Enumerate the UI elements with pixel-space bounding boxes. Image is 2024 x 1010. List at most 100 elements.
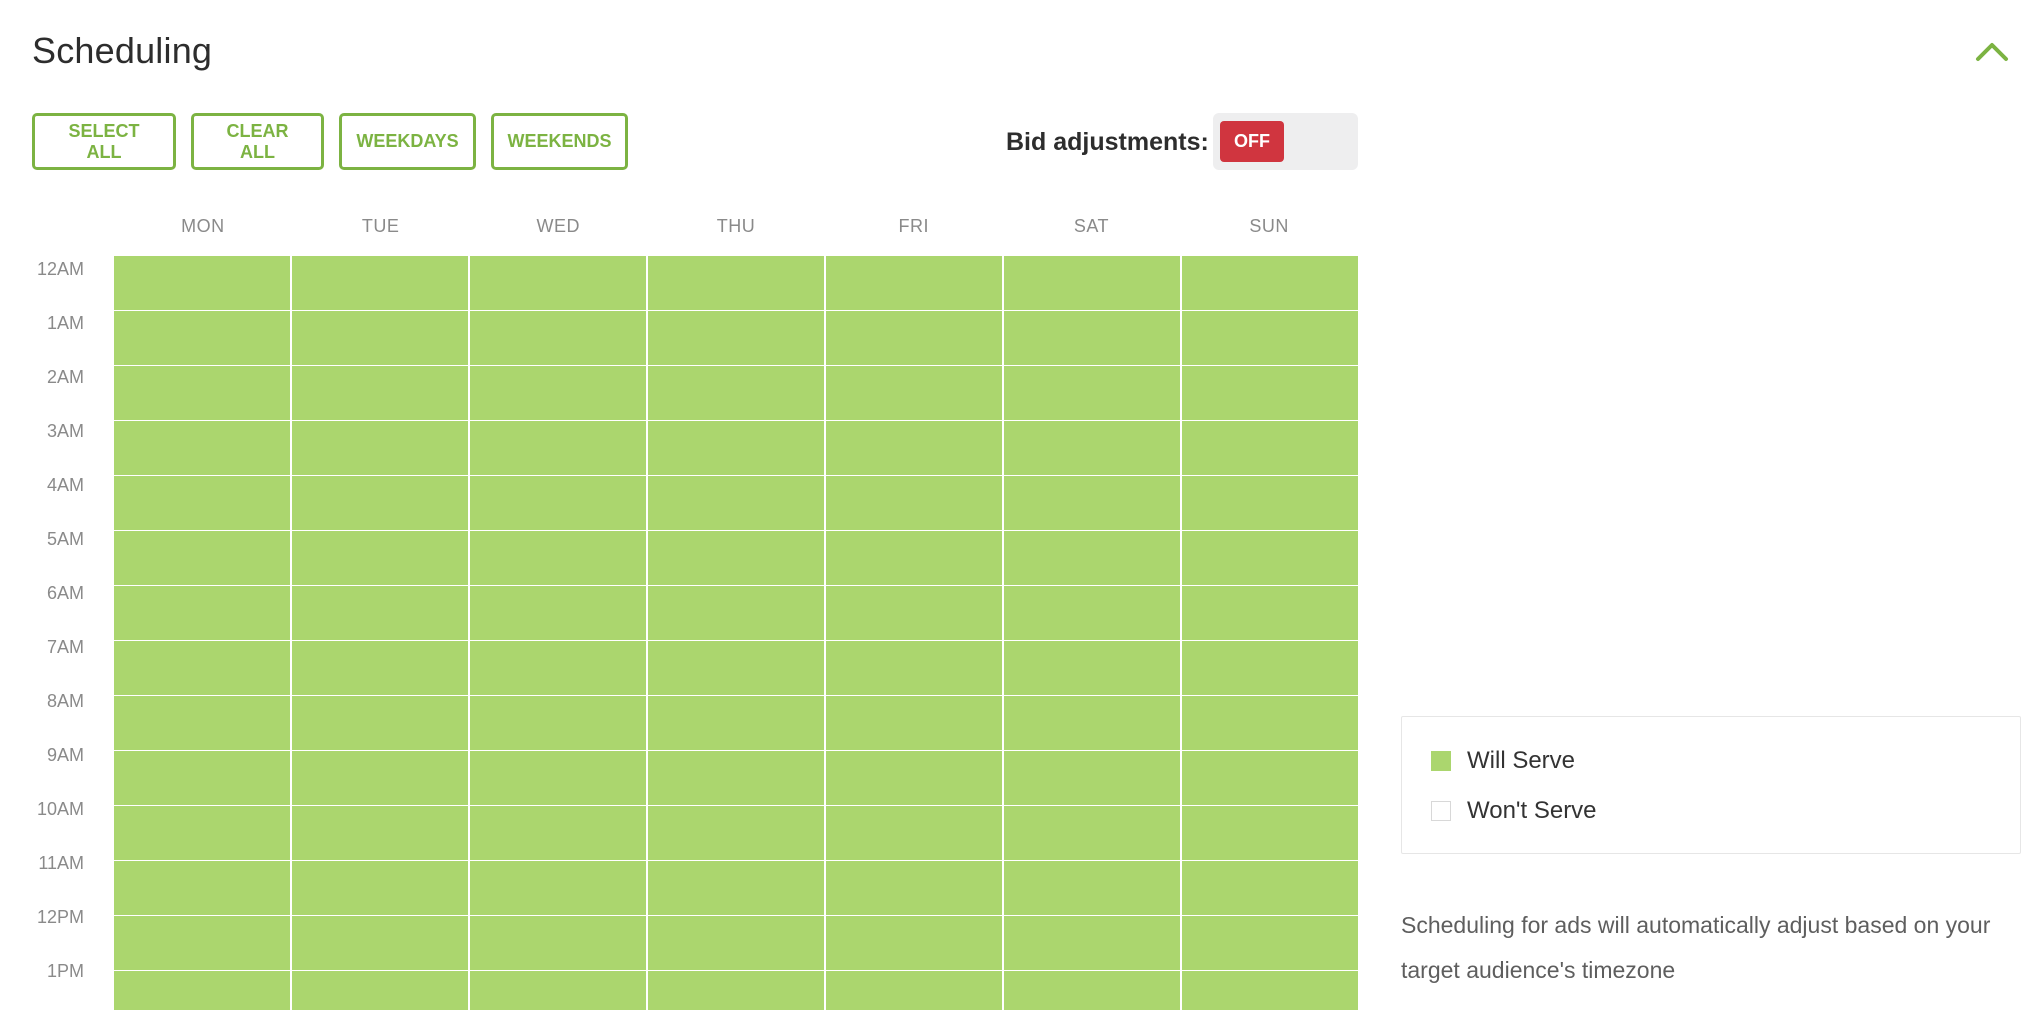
schedule-cell-tue-6am[interactable] xyxy=(292,586,468,640)
schedule-cell-wed-4am[interactable] xyxy=(470,476,646,530)
schedule-cell-sun-7am[interactable] xyxy=(1182,641,1358,695)
schedule-cell-wed-10am[interactable] xyxy=(470,806,646,860)
schedule-cell-sat-11am[interactable] xyxy=(1004,861,1180,915)
schedule-cell-tue-1pm[interactable] xyxy=(292,971,468,1010)
schedule-cell-sun-8am[interactable] xyxy=(1182,696,1358,750)
schedule-cell-fri-5am[interactable] xyxy=(826,531,1002,585)
schedule-cell-wed-11am[interactable] xyxy=(470,861,646,915)
schedule-cell-sun-6am[interactable] xyxy=(1182,586,1358,640)
schedule-cell-wed-9am[interactable] xyxy=(470,751,646,805)
schedule-cell-tue-9am[interactable] xyxy=(292,751,468,805)
schedule-cell-thu-1pm[interactable] xyxy=(648,971,824,1010)
schedule-cell-thu-2am[interactable] xyxy=(648,366,824,420)
schedule-cell-sat-12am[interactable] xyxy=(1004,256,1180,310)
schedule-cell-sun-4am[interactable] xyxy=(1182,476,1358,530)
schedule-cell-tue-3am[interactable] xyxy=(292,421,468,475)
schedule-cell-thu-12am[interactable] xyxy=(648,256,824,310)
clear-all-button[interactable]: CLEAR ALL xyxy=(191,113,324,170)
schedule-cell-mon-8am[interactable] xyxy=(114,696,290,750)
schedule-cell-wed-7am[interactable] xyxy=(470,641,646,695)
schedule-cell-wed-12pm[interactable] xyxy=(470,916,646,970)
schedule-cell-sat-2am[interactable] xyxy=(1004,366,1180,420)
schedule-cell-mon-4am[interactable] xyxy=(114,476,290,530)
schedule-cell-sun-5am[interactable] xyxy=(1182,531,1358,585)
schedule-cell-mon-12am[interactable] xyxy=(114,256,290,310)
schedule-cell-wed-2am[interactable] xyxy=(470,366,646,420)
schedule-cell-mon-12pm[interactable] xyxy=(114,916,290,970)
schedule-cell-thu-11am[interactable] xyxy=(648,861,824,915)
schedule-cell-sun-11am[interactable] xyxy=(1182,861,1358,915)
schedule-cell-fri-9am[interactable] xyxy=(826,751,1002,805)
schedule-cell-fri-11am[interactable] xyxy=(826,861,1002,915)
schedule-cell-sat-12pm[interactable] xyxy=(1004,916,1180,970)
schedule-cell-mon-7am[interactable] xyxy=(114,641,290,695)
schedule-cell-thu-4am[interactable] xyxy=(648,476,824,530)
schedule-cell-sat-5am[interactable] xyxy=(1004,531,1180,585)
schedule-cell-thu-1am[interactable] xyxy=(648,311,824,365)
bid-adjustments-toggle[interactable]: OFF xyxy=(1213,113,1358,170)
schedule-cell-mon-3am[interactable] xyxy=(114,421,290,475)
schedule-cell-wed-3am[interactable] xyxy=(470,421,646,475)
schedule-cell-wed-8am[interactable] xyxy=(470,696,646,750)
schedule-cell-mon-5am[interactable] xyxy=(114,531,290,585)
schedule-cell-tue-8am[interactable] xyxy=(292,696,468,750)
schedule-cell-tue-10am[interactable] xyxy=(292,806,468,860)
schedule-cell-tue-12am[interactable] xyxy=(292,256,468,310)
schedule-cell-mon-2am[interactable] xyxy=(114,366,290,420)
schedule-cell-sat-10am[interactable] xyxy=(1004,806,1180,860)
schedule-cell-sun-2am[interactable] xyxy=(1182,366,1358,420)
schedule-cell-mon-10am[interactable] xyxy=(114,806,290,860)
schedule-cell-fri-3am[interactable] xyxy=(826,421,1002,475)
schedule-cell-tue-2am[interactable] xyxy=(292,366,468,420)
schedule-cell-wed-1pm[interactable] xyxy=(470,971,646,1010)
schedule-cell-mon-6am[interactable] xyxy=(114,586,290,640)
schedule-cell-wed-5am[interactable] xyxy=(470,531,646,585)
schedule-cell-sun-10am[interactable] xyxy=(1182,806,1358,860)
weekdays-button[interactable]: WEEKDAYS xyxy=(339,113,476,170)
schedule-cell-sat-1am[interactable] xyxy=(1004,311,1180,365)
schedule-cell-fri-12pm[interactable] xyxy=(826,916,1002,970)
schedule-cell-tue-11am[interactable] xyxy=(292,861,468,915)
schedule-cell-fri-7am[interactable] xyxy=(826,641,1002,695)
schedule-cell-tue-7am[interactable] xyxy=(292,641,468,695)
schedule-cell-thu-7am[interactable] xyxy=(648,641,824,695)
schedule-cell-mon-1am[interactable] xyxy=(114,311,290,365)
schedule-cell-fri-10am[interactable] xyxy=(826,806,1002,860)
schedule-cell-tue-5am[interactable] xyxy=(292,531,468,585)
schedule-cell-sat-3am[interactable] xyxy=(1004,421,1180,475)
schedule-cell-sat-8am[interactable] xyxy=(1004,696,1180,750)
schedule-cell-sat-7am[interactable] xyxy=(1004,641,1180,695)
schedule-cell-wed-1am[interactable] xyxy=(470,311,646,365)
schedule-cell-thu-9am[interactable] xyxy=(648,751,824,805)
schedule-cell-thu-10am[interactable] xyxy=(648,806,824,860)
collapse-button[interactable] xyxy=(1972,36,2012,66)
schedule-cell-thu-12pm[interactable] xyxy=(648,916,824,970)
schedule-cell-sun-1am[interactable] xyxy=(1182,311,1358,365)
schedule-cell-sun-3am[interactable] xyxy=(1182,421,1358,475)
schedule-cell-tue-12pm[interactable] xyxy=(292,916,468,970)
schedule-cell-sat-1pm[interactable] xyxy=(1004,971,1180,1010)
schedule-cell-tue-4am[interactable] xyxy=(292,476,468,530)
schedule-cell-fri-2am[interactable] xyxy=(826,366,1002,420)
schedule-cell-fri-4am[interactable] xyxy=(826,476,1002,530)
schedule-cell-fri-12am[interactable] xyxy=(826,256,1002,310)
schedule-cell-fri-1pm[interactable] xyxy=(826,971,1002,1010)
schedule-cell-sun-1pm[interactable] xyxy=(1182,971,1358,1010)
schedule-cell-tue-1am[interactable] xyxy=(292,311,468,365)
schedule-cell-thu-6am[interactable] xyxy=(648,586,824,640)
weekends-button[interactable]: WEEKENDS xyxy=(491,113,628,170)
schedule-cell-mon-1pm[interactable] xyxy=(114,971,290,1010)
schedule-cell-wed-12am[interactable] xyxy=(470,256,646,310)
schedule-cell-sun-12pm[interactable] xyxy=(1182,916,1358,970)
schedule-cell-mon-11am[interactable] xyxy=(114,861,290,915)
schedule-cell-sat-9am[interactable] xyxy=(1004,751,1180,805)
schedule-cell-mon-9am[interactable] xyxy=(114,751,290,805)
schedule-cell-thu-8am[interactable] xyxy=(648,696,824,750)
schedule-cell-thu-3am[interactable] xyxy=(648,421,824,475)
schedule-cell-fri-6am[interactable] xyxy=(826,586,1002,640)
schedule-cell-sat-4am[interactable] xyxy=(1004,476,1180,530)
schedule-cell-fri-1am[interactable] xyxy=(826,311,1002,365)
schedule-cell-sun-9am[interactable] xyxy=(1182,751,1358,805)
select-all-button[interactable]: SELECT ALL xyxy=(32,113,176,170)
schedule-cell-thu-5am[interactable] xyxy=(648,531,824,585)
